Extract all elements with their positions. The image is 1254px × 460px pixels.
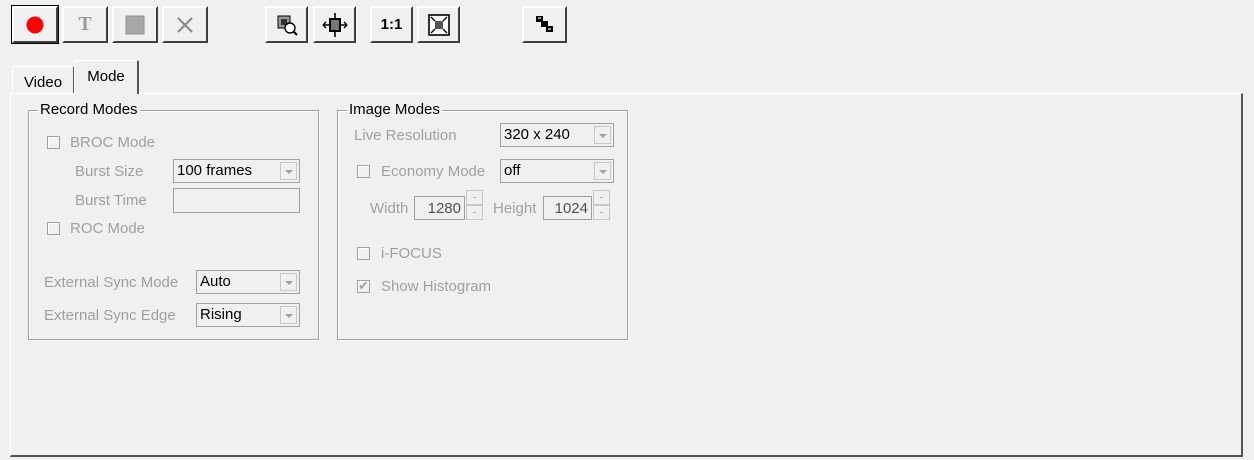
- live-resolution-value: 320 x 240: [504, 126, 570, 143]
- height-input[interactable]: 1024: [543, 196, 592, 220]
- show-histogram-checkbox[interactable]: ✔: [357, 278, 370, 293]
- roc-mode-label: ROC Mode: [70, 220, 146, 237]
- broc-mode-label: BROC Mode: [70, 134, 156, 151]
- spin-down-icon[interactable]: [593, 205, 610, 220]
- economy-mode-select[interactable]: off: [500, 159, 614, 183]
- tab-video[interactable]: Video: [12, 66, 74, 93]
- close-icon: [177, 16, 193, 33]
- burst-size-select[interactable]: 100 frames: [173, 159, 300, 183]
- spin-down-icon[interactable]: [466, 205, 483, 220]
- show-histogram-label: Show Histogram: [381, 278, 492, 295]
- economy-mode-label: Economy Mode: [381, 163, 486, 180]
- height-label: Height: [493, 200, 537, 217]
- spin-up-icon[interactable]: [593, 190, 610, 205]
- economy-mode-value: off: [504, 162, 521, 179]
- center-icon: [322, 12, 347, 37]
- burst-time-input[interactable]: [173, 188, 300, 213]
- height-spinner[interactable]: [593, 190, 610, 220]
- chevron-down-icon: [280, 273, 297, 291]
- arrange-icon: [535, 15, 553, 32]
- width-label: Width: [370, 200, 409, 217]
- ifocus-label: i-FOCUS: [381, 245, 442, 262]
- live-resolution-label: Live Resolution: [354, 127, 457, 144]
- image-modes-title: Image Modes: [347, 101, 442, 118]
- fit-window-icon: [427, 13, 450, 36]
- actual-size-label: 1:1: [380, 16, 403, 33]
- stop-button[interactable]: [112, 6, 158, 43]
- economy-mode-checkbox[interactable]: [357, 165, 370, 178]
- ext-sync-mode-select[interactable]: Auto: [196, 270, 300, 294]
- center-button[interactable]: [313, 6, 356, 43]
- width-input[interactable]: 1280: [414, 196, 465, 220]
- text-button[interactable]: T: [62, 6, 108, 43]
- roc-mode-checkbox[interactable]: [47, 222, 60, 235]
- width-value: 1280: [427, 200, 461, 217]
- chevron-down-icon: [594, 126, 611, 144]
- zoom-button[interactable]: [265, 6, 308, 43]
- ext-sync-edge-value: Rising: [200, 306, 242, 323]
- ext-sync-edge-label: External Sync Edge: [44, 307, 176, 324]
- tab-mode-label: Mode: [87, 68, 125, 85]
- record-icon: [26, 16, 44, 33]
- fit-window-button[interactable]: [417, 6, 460, 43]
- arrange-button[interactable]: [522, 6, 567, 43]
- ext-sync-edge-select[interactable]: Rising: [196, 303, 300, 327]
- live-resolution-select[interactable]: 320 x 240: [500, 123, 614, 147]
- ext-sync-mode-value: Auto: [200, 273, 231, 290]
- zoom-icon: [277, 15, 298, 36]
- chevron-down-icon: [280, 162, 297, 180]
- height-value: 1024: [554, 200, 588, 217]
- actual-size-button[interactable]: 1:1: [370, 6, 413, 43]
- text-icon: T: [78, 13, 92, 35]
- width-spinner[interactable]: [466, 190, 483, 220]
- tab-video-label: Video: [23, 74, 63, 91]
- broc-mode-checkbox[interactable]: [47, 136, 60, 149]
- stop-icon: [125, 15, 145, 34]
- chevron-down-icon: [594, 162, 611, 180]
- tab-mode[interactable]: Mode: [74, 60, 139, 94]
- record-modes-title: Record Modes: [38, 101, 140, 118]
- ifocus-checkbox[interactable]: [357, 247, 370, 260]
- checkmark-icon: ✔: [358, 278, 369, 293]
- burst-size-value: 100 frames: [177, 162, 253, 179]
- record-button[interactable]: [11, 5, 59, 44]
- burst-size-label: Burst Size: [75, 163, 144, 180]
- spin-up-icon[interactable]: [466, 190, 483, 205]
- ext-sync-mode-label: External Sync Mode: [44, 274, 179, 291]
- close-button[interactable]: [162, 6, 208, 43]
- burst-time-label: Burst Time: [75, 192, 147, 209]
- chevron-down-icon: [280, 306, 297, 324]
